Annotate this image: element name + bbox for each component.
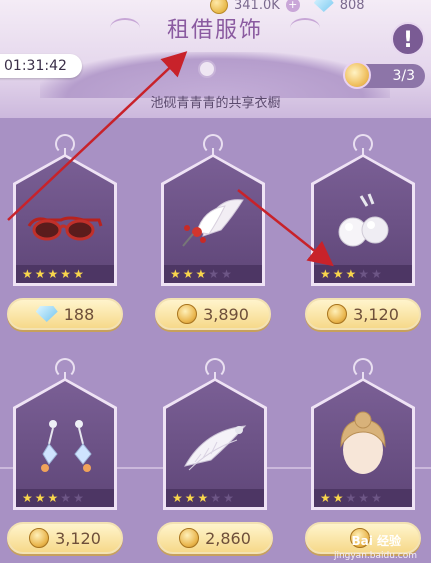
watermark-url: jingyan.baidu.com bbox=[333, 551, 417, 561]
annotation-arrows bbox=[7, 51, 334, 267]
arrow-to-stars bbox=[237, 189, 334, 267]
arrow-to-title bbox=[7, 51, 188, 221]
watermark-logo: Bai 经验 bbox=[351, 534, 401, 548]
